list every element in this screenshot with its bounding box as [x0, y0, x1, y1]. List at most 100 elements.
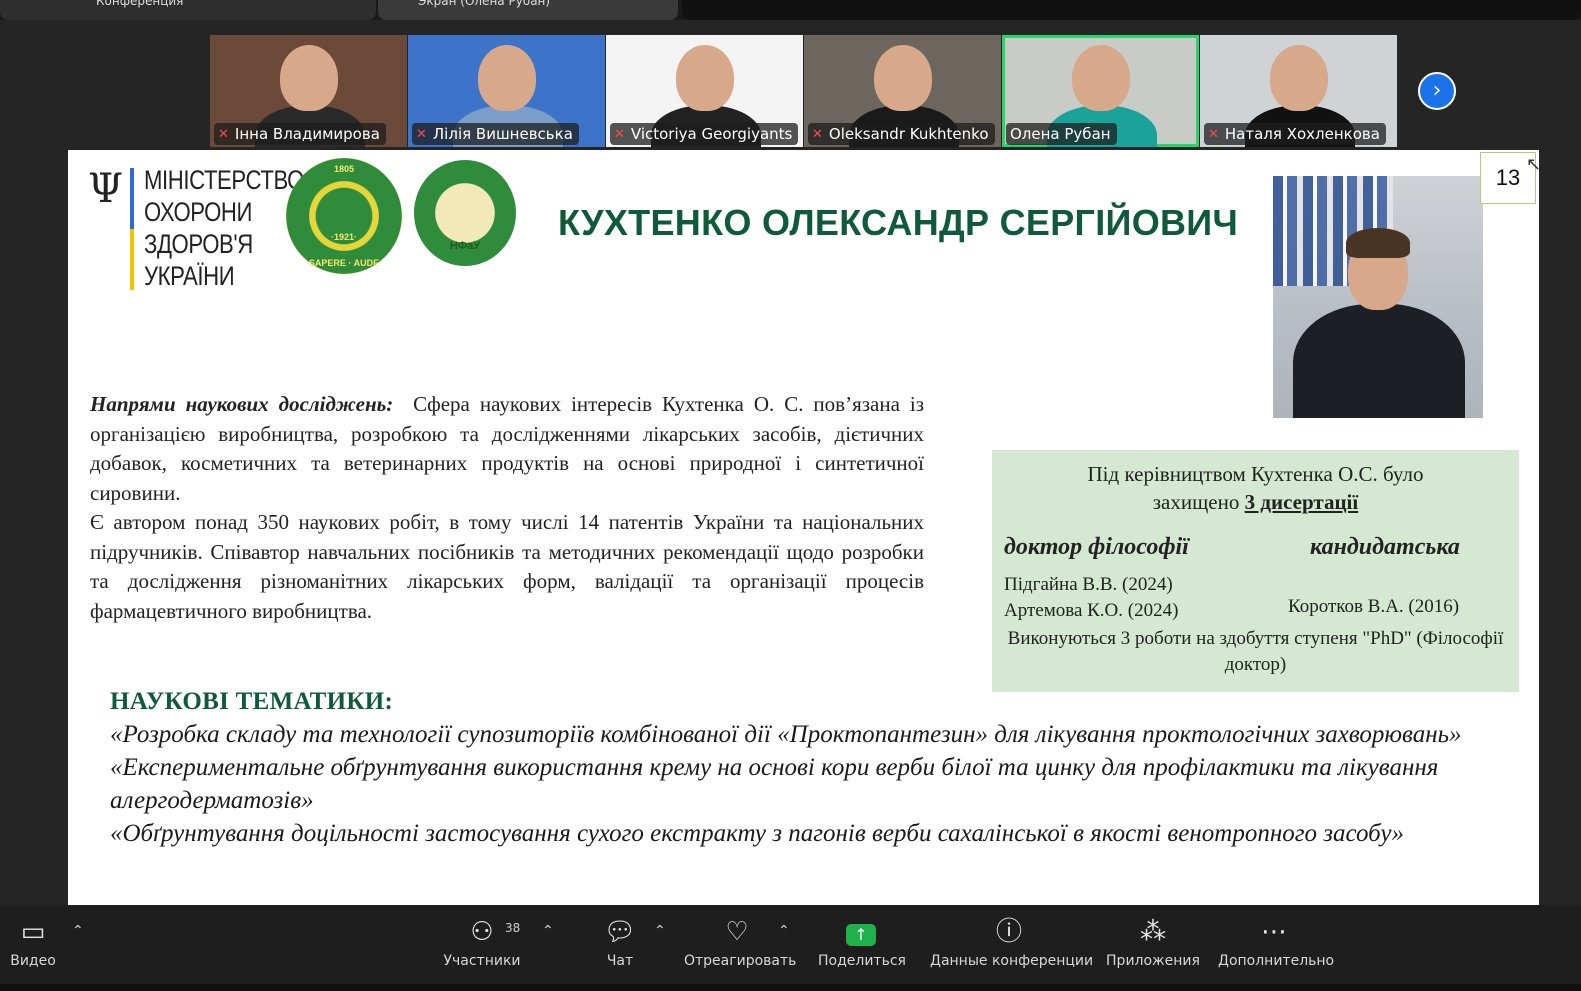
camera-icon: ▭ — [20, 917, 46, 947]
ministry-text: МІНІСТЕРСТВО ОХОРОНИ ЗДОРОВ'Я УКРАЇНИ — [144, 164, 304, 292]
chevron-right-icon: › — [1432, 78, 1442, 103]
themes-title: НАУКОВІ ТЕМАТИКИ: — [110, 688, 394, 715]
participant-name-tag: ✕ Oleksandr Kukhtenko — [808, 123, 995, 145]
shared-slide: Ψ МІНІСТЕРСТВО ОХОРОНИ ЗДОРОВ'Я УКРАЇНИ … — [68, 150, 1539, 905]
react-label: Отреагировать — [684, 953, 797, 969]
tab-conference-label: Конференция — [96, 0, 184, 8]
info-icon: ⓘ — [995, 917, 1022, 947]
share-icon: ↑ — [818, 915, 904, 949]
participant-face — [478, 45, 536, 111]
meeting-info-label: Данные конференции — [930, 953, 1094, 969]
mouse-cursor-icon: ↖ — [1526, 154, 1539, 175]
trident-icon: Ψ — [88, 166, 124, 212]
participant-name: Oleksandr Kukhtenko — [828, 125, 989, 143]
participant-strip: ✕ Інна Владимирова ✕ Лілія Вишневська ✕ Vic… — [210, 35, 1400, 147]
portrait-photo — [1273, 176, 1483, 418]
participant-name-tag: Олена Рубан — [1006, 123, 1117, 145]
participant-name: Олена Рубан — [1010, 125, 1111, 143]
participants-count: 38 — [505, 921, 521, 935]
participant-tile[interactable]: ✕ Наталя Хохленкова — [1200, 35, 1397, 147]
apps-button[interactable]: ⁂ Приложения — [1106, 915, 1200, 969]
ministry-line: УКРАЇНИ — [144, 261, 235, 291]
supervision-line2: захищено 3 дисертації — [992, 490, 1519, 515]
meeting-info-button[interactable]: ⓘ Данные конференции — [930, 915, 1094, 969]
ministry-line: ЗДОРОВ'Я — [144, 229, 253, 259]
supervision-footer: Виконуються 3 роботи на здобуття ступеня… — [1007, 628, 1504, 675]
research-themes: НАУКОВІ ТЕМАТИКИ: «Розробка складу та те… — [110, 688, 1510, 850]
supervision-line2-prefix: захищено — [1152, 490, 1245, 514]
slide-title: КУХТЕНКО ОЛЕКСАНДР СЕРГІЙОВИЧ — [558, 202, 1239, 243]
portrait-torso — [1293, 304, 1465, 418]
react-options-caret[interactable]: ⌃ — [778, 923, 790, 939]
phd-item: Підгайна В.В. (2024) — [1004, 574, 1173, 595]
participant-name-tag: ✕ Victoriya Georgiyants — [610, 123, 799, 145]
participant-name: Лілія Вишневська — [432, 125, 573, 143]
top-bar: Конференция Экран (Олена Рубан) — [0, 0, 1581, 20]
more-icon: ⋯ — [1261, 917, 1287, 947]
supervision-count: 3 дисертації — [1244, 490, 1359, 514]
participant-tile[interactable]: ✕ Лілія Вишневська — [408, 35, 605, 147]
next-participants-button[interactable]: › — [1418, 72, 1456, 110]
university-seal-icon: 1805 ·1921· SAPERE · AUDE — [286, 158, 402, 274]
college-seal-icon: НФаУ — [414, 160, 516, 266]
participant-name: Інна Владимирова — [234, 125, 380, 143]
participant-name-tag: ✕ Наталя Хохленкова — [1204, 123, 1386, 145]
mic-muted-icon: ✕ — [416, 126, 427, 142]
more-button[interactable]: ⋯ Дополнительно — [1218, 915, 1335, 969]
participant-face — [1072, 45, 1130, 111]
participant-name: Наталя Хохленкова — [1224, 125, 1380, 143]
supervision-line1: Під керівництвом Кухтенка О.С. було — [1087, 462, 1424, 486]
heart-icon: ♡ — [725, 917, 749, 947]
seal-motto: SAPERE · AUDE — [308, 258, 380, 268]
tab-conference[interactable]: Конференция — [0, 0, 376, 20]
meeting-toolbar: ▭ Видео ⌃ ⚇ Участники 38 ⌃ 💬︎ Чат ⌃ ♡ От… — [0, 905, 1581, 991]
participants-label: Участники — [443, 953, 521, 969]
video-label: Видео — [10, 953, 56, 969]
seal-top-text: 1805 — [333, 164, 355, 174]
participant-name-tag: ✕ Інна Владимирова — [214, 123, 386, 145]
mic-muted-icon: ✕ — [1208, 126, 1219, 142]
participants-options-caret[interactable]: ⌃ — [542, 923, 554, 939]
participant-tile[interactable]: ✕ Victoriya Georgiyants — [606, 35, 803, 147]
seal-year-text: ·1921· — [330, 232, 357, 242]
chat-button[interactable]: 💬︎ Чат — [600, 915, 640, 969]
theme-item: «Обґрунтування доцільності застосування … — [110, 820, 1404, 847]
portrait-hair — [1346, 228, 1410, 258]
tab-bar-filler — [682, 0, 1581, 20]
mic-muted-icon: ✕ — [812, 126, 823, 142]
ministry-line: МІНІСТЕРСТВО — [144, 165, 304, 195]
research-text-2: Є автором понад 350 наукових робіт, в то… — [90, 510, 924, 623]
participant-tile-active-speaker[interactable]: Олена Рубан — [1002, 35, 1199, 147]
theme-item: «Розробка складу та технології супозитор… — [110, 721, 1462, 748]
tab-screen-share[interactable]: Экран (Олена Рубан) — [378, 0, 678, 20]
react-button[interactable]: ♡ Отреагировать — [684, 915, 797, 969]
seal2-label: НФаУ — [449, 240, 481, 252]
chat-label: Чат — [606, 953, 634, 969]
theme-item: «Експериментальне обґрунтування використ… — [110, 754, 1439, 814]
participant-tile[interactable]: ✕ Oleksandr Kukhtenko — [804, 35, 1001, 147]
participant-face — [874, 45, 932, 111]
participant-face — [676, 45, 734, 111]
video-options-caret[interactable]: ⌃ — [72, 923, 84, 939]
more-label: Дополнительно — [1218, 953, 1335, 969]
supervision-box: Під керівництвом Кухтенка О.С. було захи… — [992, 450, 1519, 692]
participant-name-tag: ✕ Лілія Вишневська — [412, 123, 579, 145]
chat-icon: 💬︎ — [603, 917, 637, 947]
share-button[interactable]: ↑ Поделиться — [818, 915, 906, 969]
phd-column-title: доктор філософії — [1004, 534, 1189, 560]
ministry-flag-bar — [130, 168, 134, 290]
participant-tile[interactable]: ✕ Інна Владимирова — [210, 35, 407, 147]
participant-face — [1270, 45, 1328, 111]
candidate-column-title: кандидатська — [1310, 534, 1460, 560]
video-button[interactable]: ▭ Видео — [8, 915, 58, 969]
share-label: Поделиться — [818, 953, 906, 969]
phd-item: Артемова К.О. (2024) — [1004, 600, 1179, 621]
apps-icon: ⁂ — [1140, 917, 1166, 947]
research-directions: Напрями наукових досліджень: Сфера науко… — [90, 390, 924, 626]
participant-name: Victoriya Georgiyants — [630, 125, 793, 143]
ministry-line: ОХОРОНИ — [144, 197, 253, 227]
research-lead: Напрями наукових досліджень: — [90, 392, 394, 416]
apps-label: Приложения — [1106, 953, 1200, 969]
mic-muted-icon: ✕ — [614, 126, 625, 142]
chat-options-caret[interactable]: ⌃ — [654, 923, 666, 939]
